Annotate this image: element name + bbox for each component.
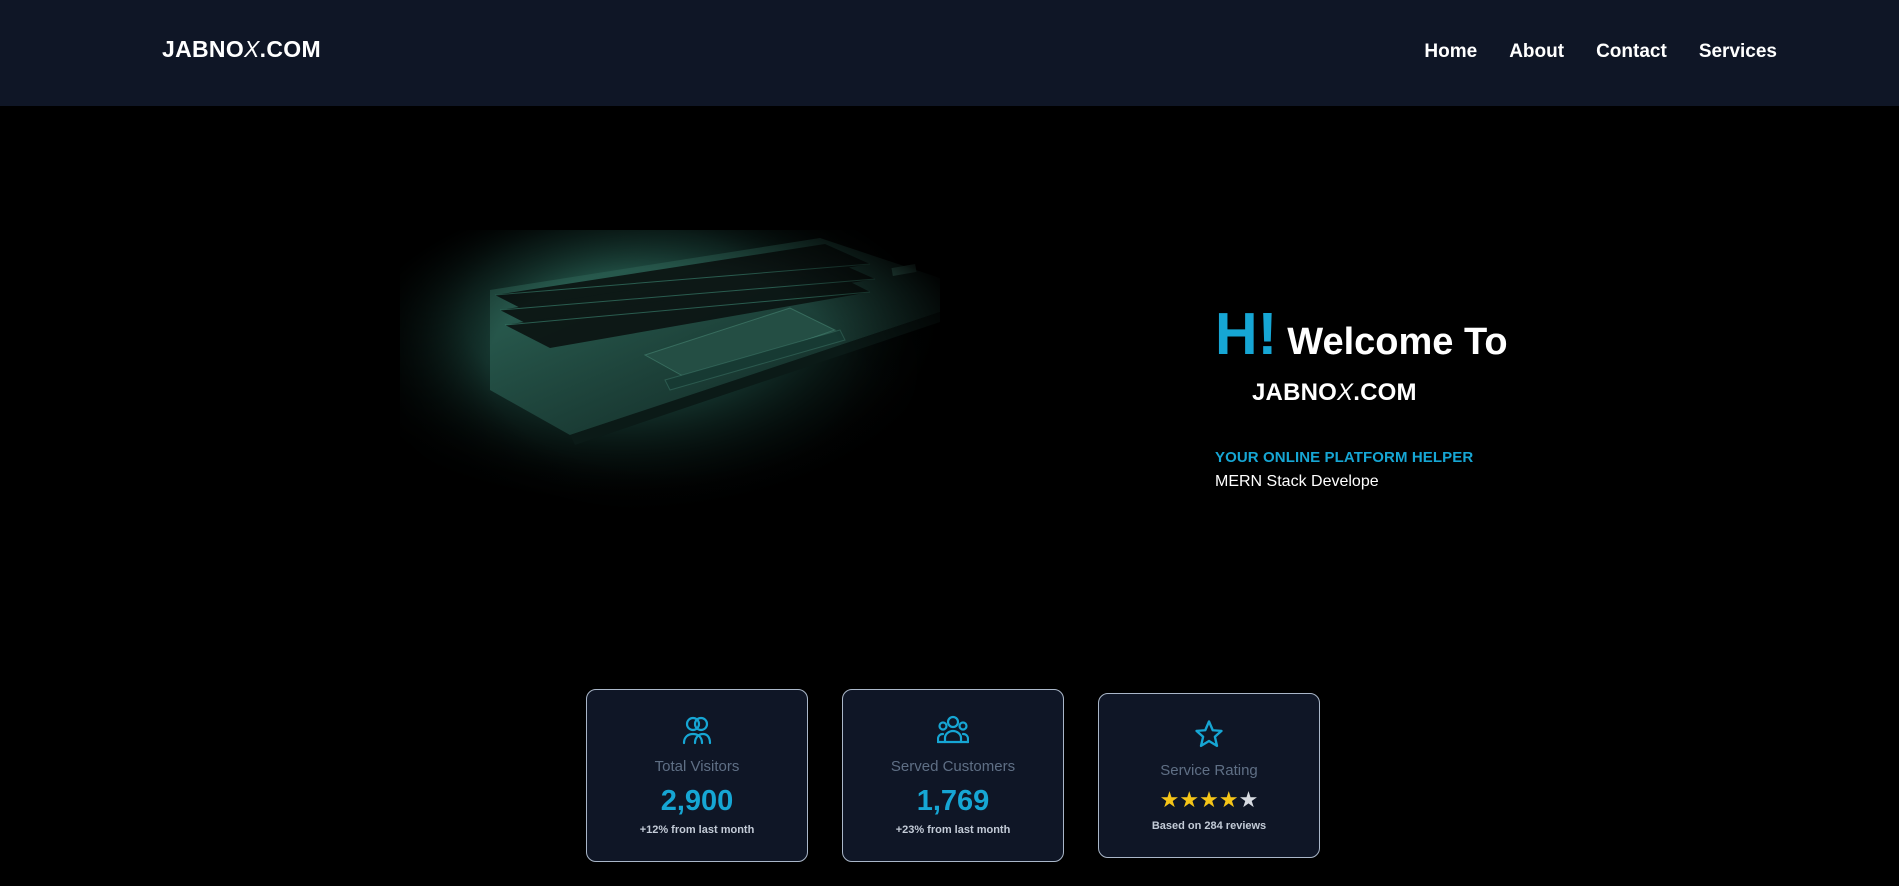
hero-laptop-image [360,180,990,560]
welcome-heading: H! Welcome To [1215,300,1508,368]
nav-link-services[interactable]: Services [1699,41,1777,63]
hero-brand-logo: JABNOX.COM [1252,379,1417,407]
stat-card-served-customers: Served Customers 1,769 +23% from last mo… [842,689,1064,862]
stat-subtext: +12% from last month [639,824,755,836]
star-rating: ★★★★★ [1099,789,1319,811]
stat-value: 1,769 [916,785,990,817]
logo-text-suffix: .COM [259,36,321,62]
nav-link-home[interactable]: Home [1424,41,1477,63]
star-filled-icon: ★ [1218,787,1239,812]
star-filled-icon: ★ [1179,787,1200,812]
hero-role: MERN Stack Develope [1215,473,1379,490]
stat-subtext: +23% from last month [895,824,1011,836]
logo-text-prefix: JABNO [162,36,245,62]
stat-value: 2,900 [660,785,734,817]
welcome-text: Welcome To [1287,321,1508,363]
brand-text-prefix: JABNO [1252,379,1338,406]
nav-link-contact[interactable]: Contact [1596,41,1667,63]
star-filled-icon: ★ [1159,787,1180,812]
hero-tagline: YOUR ONLINE PLATFORM HELPER [1215,449,1474,466]
site-logo[interactable]: JABNOX.COM [162,36,321,63]
star-empty-icon: ★ [1238,787,1259,812]
brand-text-suffix: .COM [1353,379,1417,406]
stat-card-total-visitors: Total Visitors 2,900 +12% from last mont… [586,689,808,862]
users-icon [682,715,712,750]
greeting-text: H! [1215,301,1278,367]
nav-menu: Home About Contact Services [1424,41,1777,63]
stat-label: Total Visitors [654,758,740,775]
star-icon [1194,719,1224,754]
stat-card-service-rating: Service Rating ★★★★★ Based on 284 review… [1098,693,1320,858]
star-filled-icon: ★ [1199,787,1219,812]
top-navbar: JABNOX.COM Home About Contact Services [0,0,1899,106]
stat-subtext: Based on 284 reviews [1151,820,1267,832]
logo-text-x: X [244,36,260,62]
nav-link-about[interactable]: About [1509,41,1564,63]
brand-text-x: X [1337,379,1354,406]
stat-label: Served Customers [890,758,1016,775]
customers-group-icon [936,715,970,750]
stat-label: Service Rating [1160,762,1258,779]
